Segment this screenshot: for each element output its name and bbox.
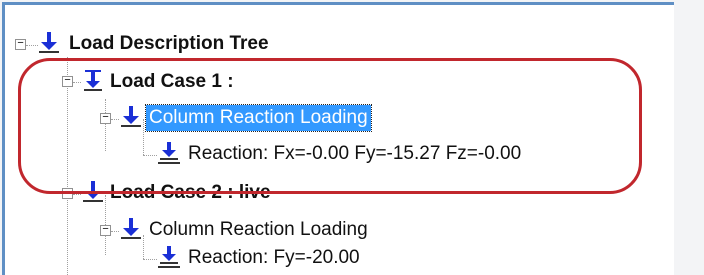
collapse-toggle-case1-loading[interactable]: − [100,113,111,124]
tree-connector [73,82,81,83]
arrow-down-icon [121,106,141,127]
load-case-icon [84,70,102,91]
arrow-down-icon [83,181,103,202]
tree-connector [111,231,119,232]
tree-node-reaction-1-label[interactable]: Reaction: Fx=-0.00 Fy=-15.27 Fz=-0.00 [185,141,524,167]
tree-node-column-reaction-loading-2-label[interactable]: Column Reaction Loading [146,217,371,243]
tree-connector [111,119,119,120]
collapse-toggle-root[interactable]: − [15,39,26,50]
tree-node-load-case-2-label[interactable]: Load Case 2 : live [107,180,274,206]
tree-connector [73,194,81,195]
tree-guide-line [67,57,68,275]
load-tree-panel: − Load Description Tree − Load Case 1 : … [2,2,674,275]
arrow-down-icon [121,218,141,239]
arrow-down-icon [39,32,59,53]
collapse-toggle-load-case-2[interactable]: − [62,188,73,199]
tree-guide-line [143,119,144,155]
tree-guide-line [105,99,106,151]
collapse-toggle-case2-loading[interactable]: − [100,225,111,236]
tree-connector [143,155,157,156]
tree-node-root-label[interactable]: Load Description Tree [66,31,272,57]
collapse-toggle-load-case-1[interactable]: − [62,76,73,87]
reaction-support-icon [158,142,180,164]
tree-node-reaction-2-label[interactable]: Reaction: Fy=-20.00 [185,245,363,271]
tree-node-load-case-1-label[interactable]: Load Case 1 : [107,69,237,95]
reaction-support-icon [158,246,180,268]
tree-node-column-reaction-loading-1-label[interactable]: Column Reaction Loading [145,104,372,132]
tree-guide-line [143,235,144,259]
tree-connector [143,259,157,260]
